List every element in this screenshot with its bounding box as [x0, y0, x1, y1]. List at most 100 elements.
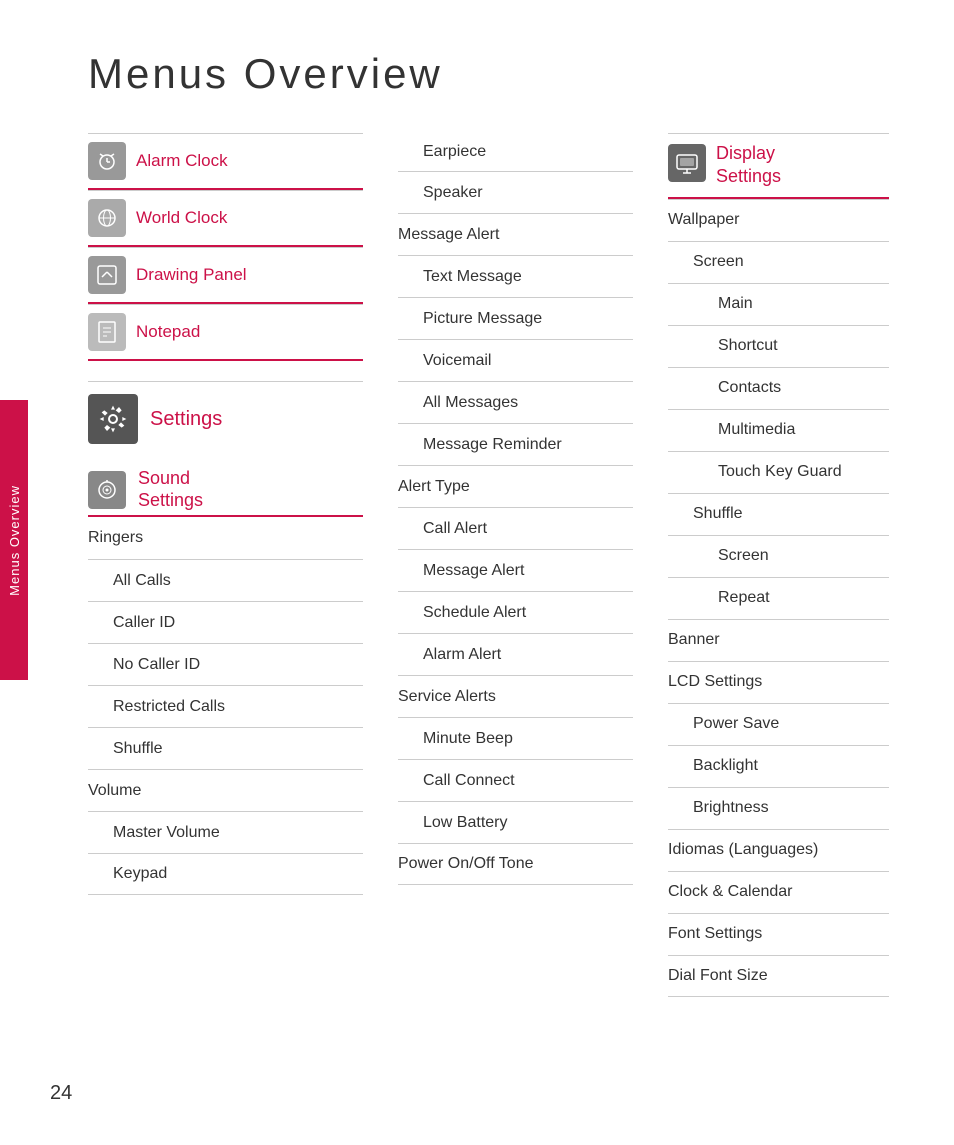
display-settings-header[interactable]: Display Settings: [668, 133, 889, 199]
side-tab: Menus Overview: [0, 400, 28, 680]
settings-icon: [88, 394, 138, 444]
page-container: Menus Overview Menus Overview: [0, 0, 954, 1145]
schedule-alert-label: Schedule Alert: [423, 604, 526, 622]
touch-key-guard-item[interactable]: Touch Key Guard: [668, 451, 889, 493]
ringers-label: Ringers: [88, 529, 143, 547]
call-connect-item[interactable]: Call Connect: [398, 759, 633, 801]
screen-item[interactable]: Screen: [668, 241, 889, 283]
text-message-item[interactable]: Text Message: [398, 255, 633, 297]
sound-settings-icon: [88, 471, 126, 509]
col-3: Display Settings Wallpaper Screen Main: [648, 133, 904, 997]
shortcut-label: Shortcut: [718, 337, 778, 355]
master-volume-item[interactable]: Master Volume: [88, 811, 363, 853]
sound-settings-header: Sound Settings: [88, 458, 363, 515]
sound-settings-label2: Settings: [138, 490, 203, 512]
alarm-clock-icon: [88, 142, 126, 180]
dial-font-size-item[interactable]: Dial Font Size: [668, 955, 889, 997]
font-settings-label: Font Settings: [668, 925, 762, 943]
message-alert-label: Message Alert: [398, 226, 499, 244]
power-save-item[interactable]: Power Save: [668, 703, 889, 745]
drawing-panel-label: Drawing Panel: [136, 265, 247, 285]
page-title: Menus Overview: [88, 50, 904, 98]
settings-item[interactable]: Settings: [88, 381, 363, 448]
service-alerts-label: Service Alerts: [398, 688, 496, 706]
wallpaper-item[interactable]: Wallpaper: [668, 199, 889, 241]
idiomas-item[interactable]: Idiomas (Languages): [668, 829, 889, 871]
voicemail-label: Voicemail: [423, 352, 491, 370]
call-connect-label: Call Connect: [423, 772, 515, 790]
notepad-item[interactable]: Notepad: [88, 304, 363, 361]
font-settings-item[interactable]: Font Settings: [668, 913, 889, 955]
main-item[interactable]: Main: [668, 283, 889, 325]
page-number: 24: [50, 1082, 72, 1105]
all-messages-item[interactable]: All Messages: [398, 381, 633, 423]
dial-font-size-label: Dial Font Size: [668, 967, 768, 985]
alarm-clock-item[interactable]: Alarm Clock: [88, 133, 363, 190]
power-on-off-label: Power On/Off Tone: [398, 855, 533, 873]
contacts-label: Contacts: [718, 379, 781, 397]
alarm-alert-item[interactable]: Alarm Alert: [398, 633, 633, 675]
keypad-item[interactable]: Keypad: [88, 853, 363, 895]
volume-item[interactable]: Volume: [88, 769, 363, 811]
call-alert-item[interactable]: Call Alert: [398, 507, 633, 549]
ringers-item[interactable]: Ringers: [88, 517, 363, 559]
speaker-label: Speaker: [423, 184, 483, 202]
clock-calendar-item[interactable]: Clock & Calendar: [668, 871, 889, 913]
screen-label: Screen: [693, 253, 744, 271]
screen2-label: Screen: [718, 547, 769, 565]
backlight-item[interactable]: Backlight: [668, 745, 889, 787]
caller-id-item[interactable]: Caller ID: [88, 601, 363, 643]
notepad-icon: [88, 313, 126, 351]
lcd-settings-item[interactable]: LCD Settings: [668, 661, 889, 703]
screen2-item[interactable]: Screen: [668, 535, 889, 577]
schedule-alert-item[interactable]: Schedule Alert: [398, 591, 633, 633]
banner-item[interactable]: Banner: [668, 619, 889, 661]
world-clock-icon: [88, 199, 126, 237]
voicemail-item[interactable]: Voicemail: [398, 339, 633, 381]
message-alert-header: Message Alert: [398, 213, 633, 255]
no-caller-id-item[interactable]: No Caller ID: [88, 643, 363, 685]
contacts-item[interactable]: Contacts: [668, 367, 889, 409]
display-settings-text: Display Settings: [716, 142, 781, 189]
world-clock-label: World Clock: [136, 208, 227, 228]
low-battery-label: Low Battery: [423, 814, 507, 832]
call-alert-label: Call Alert: [423, 520, 487, 538]
all-calls-label: All Calls: [113, 572, 171, 590]
repeat-item[interactable]: Repeat: [668, 577, 889, 619]
shuffle-ringer-item[interactable]: Shuffle: [88, 727, 363, 769]
shuffle-label: Shuffle: [693, 505, 743, 523]
display-settings-label2: Settings: [716, 165, 781, 188]
message-reminder-label: Message Reminder: [423, 436, 562, 454]
shuffle-item[interactable]: Shuffle: [668, 493, 889, 535]
message-alert-item-label: Message Alert: [423, 562, 524, 580]
power-on-off-item[interactable]: Power On/Off Tone: [398, 843, 633, 885]
all-calls-item[interactable]: All Calls: [88, 559, 363, 601]
speaker-item[interactable]: Speaker: [398, 171, 633, 213]
multimedia-label: Multimedia: [718, 421, 795, 439]
wallpaper-label: Wallpaper: [668, 211, 739, 229]
shortcut-item[interactable]: Shortcut: [668, 325, 889, 367]
lcd-settings-label: LCD Settings: [668, 673, 762, 691]
restricted-calls-item[interactable]: Restricted Calls: [88, 685, 363, 727]
col-2: Earpiece Speaker Message Alert Text Mess…: [378, 133, 648, 997]
notepad-label: Notepad: [136, 322, 200, 342]
power-save-label: Power Save: [693, 715, 779, 733]
side-tab-label: Menus Overview: [7, 485, 22, 596]
multimedia-item[interactable]: Multimedia: [668, 409, 889, 451]
picture-message-item[interactable]: Picture Message: [398, 297, 633, 339]
minute-beep-item[interactable]: Minute Beep: [398, 717, 633, 759]
touch-key-guard-label: Touch Key Guard: [718, 463, 842, 481]
columns-container: Alarm Clock World Clock: [88, 133, 904, 997]
drawing-panel-item[interactable]: Drawing Panel: [88, 247, 363, 304]
low-battery-item[interactable]: Low Battery: [398, 801, 633, 843]
no-caller-id-label: No Caller ID: [113, 656, 200, 674]
message-reminder-item[interactable]: Message Reminder: [398, 423, 633, 465]
world-clock-item[interactable]: World Clock: [88, 190, 363, 247]
caller-id-label: Caller ID: [113, 614, 175, 632]
earpiece-label: Earpiece: [423, 143, 486, 161]
brightness-item[interactable]: Brightness: [668, 787, 889, 829]
service-alerts-header: Service Alerts: [398, 675, 633, 717]
earpiece-item[interactable]: Earpiece: [398, 133, 633, 171]
message-alert-item[interactable]: Message Alert: [398, 549, 633, 591]
backlight-label: Backlight: [693, 757, 758, 775]
